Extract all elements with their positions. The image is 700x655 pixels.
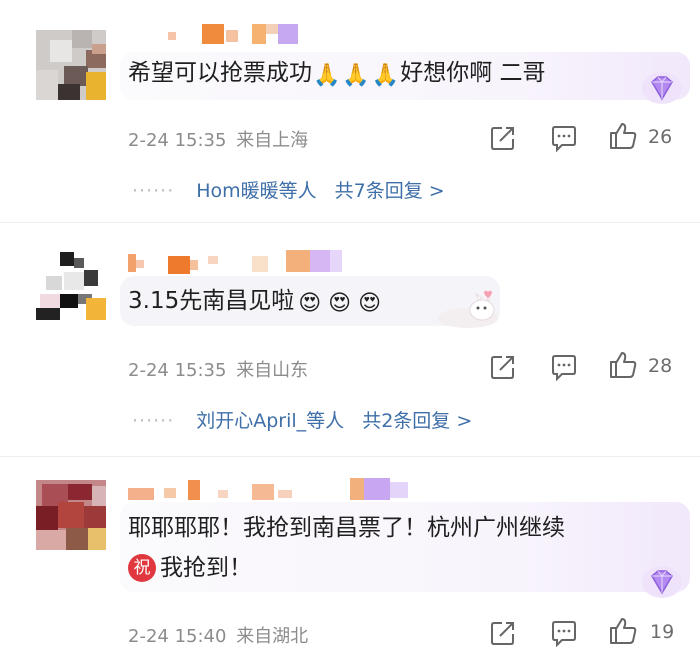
- repost-icon[interactable]: [488, 618, 518, 648]
- pray-emoji-icon: 🙏: [371, 63, 400, 88]
- congrats-badge-icon: 祝: [128, 554, 156, 582]
- comment-meta: 2-24 15:35 来自上海: [128, 126, 308, 152]
- comment-text: 耶耶耶耶！我抢到南昌票了！杭州广州继续: [128, 515, 565, 541]
- sticker-icon: [438, 290, 498, 328]
- comment-text: 3.15先南昌见啦 😍 😍 😍: [128, 284, 382, 321]
- comment-text: 希望可以抢票成功🙏🙏🙏好想你啊 二哥: [128, 56, 546, 93]
- comment-item: 耶耶耶耶！我抢到南昌票了！杭州广州继续 祝我抢到！ 2-24 15:40 来自湖…: [0, 456, 700, 655]
- replies-count: 共2条回复 >: [362, 410, 473, 432]
- comment-date: 2-24 15:35: [128, 360, 227, 381]
- repost-icon[interactable]: [488, 123, 518, 153]
- avatar[interactable]: [36, 30, 106, 100]
- like-count: 19: [650, 621, 675, 643]
- comment-icon[interactable]: [549, 352, 579, 382]
- like-icon[interactable]: [608, 616, 638, 646]
- comment-item: 希望可以抢票成功🙏🙏🙏好想你啊 二哥 2-24 15:35 来自上海 26 ··…: [0, 0, 700, 222]
- username-redacted[interactable]: [128, 22, 328, 48]
- like-count: 26: [648, 126, 673, 148]
- comment-date: 2-24 15:40: [128, 626, 227, 647]
- comment-date: 2-24 15:35: [128, 130, 227, 151]
- username-redacted[interactable]: [128, 476, 418, 502]
- replies-link[interactable]: ······ Hom暖暖等人 共7条回复 >: [132, 176, 445, 203]
- replies-link[interactable]: ······ 刘开心April_等人 共2条回复 >: [132, 406, 472, 433]
- vip-diamond-icon: [642, 566, 682, 598]
- repost-icon[interactable]: [488, 352, 518, 382]
- comment-location: 来自上海: [236, 130, 309, 151]
- comment-icon[interactable]: [549, 123, 579, 153]
- avatar[interactable]: [36, 250, 106, 320]
- comment-icon[interactable]: [549, 618, 579, 648]
- vip-diamond-icon: [642, 72, 682, 104]
- comment-location: 来自湖北: [236, 626, 309, 647]
- comment-text-line2: 祝我抢到！: [128, 551, 252, 585]
- like-count: 28: [648, 355, 673, 377]
- username-redacted[interactable]: [128, 248, 378, 274]
- replies-count: 共7条回复 >: [334, 180, 445, 202]
- smiling-heart-eyes-emoji-icon: 😍: [328, 291, 352, 316]
- smiling-heart-eyes-emoji-icon: 😍: [358, 291, 382, 316]
- comment-item: 3.15先南昌见啦 😍 😍 😍 2-24 15:35 来自山东 28 ······ 刘开…: [0, 222, 700, 456]
- like-icon[interactable]: [608, 350, 638, 380]
- pray-emoji-icon: 🙏: [313, 63, 341, 88]
- like-icon[interactable]: [608, 121, 638, 151]
- replies-users: 刘开心April_等人: [196, 410, 345, 432]
- pray-emoji-icon: 🙏: [342, 63, 370, 88]
- avatar[interactable]: [36, 480, 106, 550]
- smiling-heart-eyes-emoji-icon: 😍: [298, 291, 322, 316]
- comment-meta: 2-24 15:40 来自湖北: [128, 622, 308, 648]
- replies-users: Hom暖暖等人: [196, 180, 317, 202]
- comment-location: 来自山东: [236, 360, 309, 381]
- comment-meta: 2-24 15:35 来自山东: [128, 356, 308, 382]
